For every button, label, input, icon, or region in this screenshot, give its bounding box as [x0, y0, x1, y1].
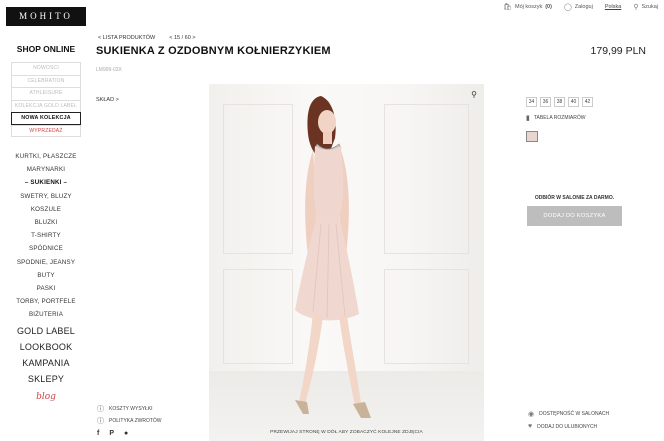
size-option[interactable]: 34	[526, 97, 537, 107]
nav-item-nowosci[interactable]: NOWOSCI	[11, 62, 81, 75]
collection-list: NOWOSCI CELEBRATION ATHLEISURE KOLEKCJA …	[11, 62, 81, 137]
top-bar: 🛍 Mój koszyk (0) ◯ Zaloguj Polska ⚲ Szuk…	[503, 3, 658, 11]
product-sku: LM999-03X	[96, 67, 122, 73]
language-selector[interactable]: Polska	[605, 4, 622, 10]
nav-item-celebration[interactable]: CELEBRATION	[11, 74, 81, 87]
size-chart-label: TABELA ROZMIARÓW	[533, 115, 586, 121]
size-option[interactable]: 36	[540, 97, 551, 107]
return-policy-link[interactable]: ⓘ POLITYKA ZWROTÓW	[97, 416, 162, 426]
left-navigation: SHOP ONLINE NOWOSCI CELEBRATION ATHLEISU…	[0, 44, 92, 402]
product-image[interactable]: ⚲ PRZEWIJAJ STRONĘ W DÓŁ ABY ZOBACZYĆ KO…	[209, 84, 484, 441]
product-navigation: < LISTA PRODUKTÓW < 15 / 60 >	[98, 35, 196, 41]
model-figure	[295, 96, 371, 418]
free-pickup-note: ODBIÓR W SALONIE ZA DARMO.	[534, 195, 615, 201]
category-item[interactable]: SWETRY, BLUZY	[0, 190, 92, 203]
pinterest-icon[interactable]: P	[109, 430, 114, 437]
login-link[interactable]: ◯ Zaloguj	[564, 3, 593, 11]
category-item[interactable]: KURTKI, PŁASZCZE	[0, 150, 92, 163]
category-item[interactable]: SPÓDNICE	[0, 242, 92, 255]
category-item[interactable]: SPODNIE, JEANSY	[0, 256, 92, 269]
nav-item-gold-label-collection[interactable]: KOLEKCJA GOLD LABEL	[11, 99, 81, 112]
location-pin-icon: ◉	[528, 411, 535, 418]
mohito-logo[interactable]: MOHITO	[6, 7, 86, 26]
color-swatch[interactable]	[526, 131, 538, 142]
user-icon: ◯	[563, 4, 572, 11]
product-pager[interactable]: < 15 / 60 >	[169, 35, 195, 41]
size-chart-link[interactable]: ▮ TABELA ROZMIARÓW	[526, 114, 585, 122]
back-to-list-link[interactable]: < LISTA PRODUKTÓW	[98, 35, 155, 41]
ruler-icon: ▮	[526, 115, 530, 122]
lookbook-link[interactable]: LOOKBOOK	[0, 340, 92, 356]
category-item-selected[interactable]: – SUKIENKI –	[0, 176, 92, 189]
size-option[interactable]: 42	[582, 97, 593, 107]
stores-link[interactable]: SKLEPY	[0, 372, 92, 388]
blog-link[interactable]: blog	[0, 392, 92, 402]
add-to-cart-button[interactable]: DODAJ DO KOSZYKA	[527, 206, 622, 226]
category-item[interactable]: BIŻUTERIA	[0, 308, 92, 321]
cart-link[interactable]: 🛍 Mój koszyk (0)	[503, 3, 552, 11]
nav-item-athleisure[interactable]: ATHLEISURE	[11, 87, 81, 100]
size-option[interactable]: 40	[568, 97, 579, 107]
search-link[interactable]: ⚲ Szukaj	[633, 3, 658, 11]
composition-link[interactable]: SKŁAD >	[96, 97, 119, 103]
info-icon: ⓘ	[97, 418, 104, 425]
category-item[interactable]: KOSZULE	[0, 203, 92, 216]
category-item[interactable]: BUTY	[0, 269, 92, 282]
category-item[interactable]: PASKI	[0, 282, 92, 295]
shipping-costs-label: KOSZTY WYSYŁKI	[109, 406, 153, 412]
campaign-link[interactable]: KAMPANIA	[0, 356, 92, 372]
shop-online-title: SHOP ONLINE	[16, 44, 76, 54]
category-item[interactable]: BLUZKI	[0, 216, 92, 229]
wishlist-label: DODAJ DO ULUBIONYCH	[537, 423, 598, 430]
category-list: KURTKI, PŁASZCZE MARYNARKI – SUKIENKI – …	[0, 150, 92, 321]
login-label: Zaloguj	[574, 4, 593, 10]
store-availability-label: DOSTĘPNOŚĆ W SALONACH	[539, 411, 610, 417]
gold-label-link[interactable]: GOLD LABEL	[0, 324, 92, 340]
share-icon[interactable]: ●	[124, 430, 128, 437]
nav-item-sale[interactable]: WYPRZEDAŻ	[11, 124, 81, 137]
cart-label: Mój koszyk	[515, 4, 543, 10]
facebook-icon[interactable]: f	[97, 430, 99, 437]
nav-item-new-collection[interactable]: NOWA KOLEKCJA	[11, 112, 81, 125]
social-share: f P ●	[97, 430, 128, 437]
shipping-costs-link[interactable]: ⓘ KOSZTY WYSYŁKI	[97, 404, 153, 414]
store-availability-link[interactable]: ◉ DOSTĘPNOŚĆ W SALONACH	[528, 410, 609, 418]
zoom-icon[interactable]: ⚲	[471, 90, 477, 99]
wishlist-link[interactable]: ♥ DODAJ DO ULUBIONYCH	[528, 423, 597, 430]
info-icon: ⓘ	[97, 406, 104, 413]
brand-links: GOLD LABEL LOOKBOOK KAMPANIA SKLEPY	[0, 324, 92, 387]
category-item[interactable]: MARYNARKI	[0, 163, 92, 176]
category-item[interactable]: TORBY, PORTFELE	[0, 295, 92, 308]
size-option[interactable]: 38	[554, 97, 565, 107]
bag-icon: 🛍	[503, 4, 512, 11]
size-selector: 34 36 38 40 42	[526, 97, 593, 107]
heart-icon: ♥	[528, 423, 533, 430]
category-item[interactable]: T-SHIRTY	[0, 229, 92, 242]
image-scroll-hint: PRZEWIJAJ STRONĘ W DÓŁ ABY ZOBACZYĆ KOLE…	[270, 430, 423, 435]
return-policy-label: POLITYKA ZWROTÓW	[109, 418, 162, 424]
search-icon: ⚲	[633, 4, 639, 11]
search-label: Szukaj	[641, 4, 658, 10]
cart-count: (0)	[545, 4, 552, 10]
product-price: 179,99 PLN	[590, 45, 646, 57]
product-title: SUKIENKA Z OZDOBNYM KOŁNIERZYKIEM	[96, 45, 331, 57]
